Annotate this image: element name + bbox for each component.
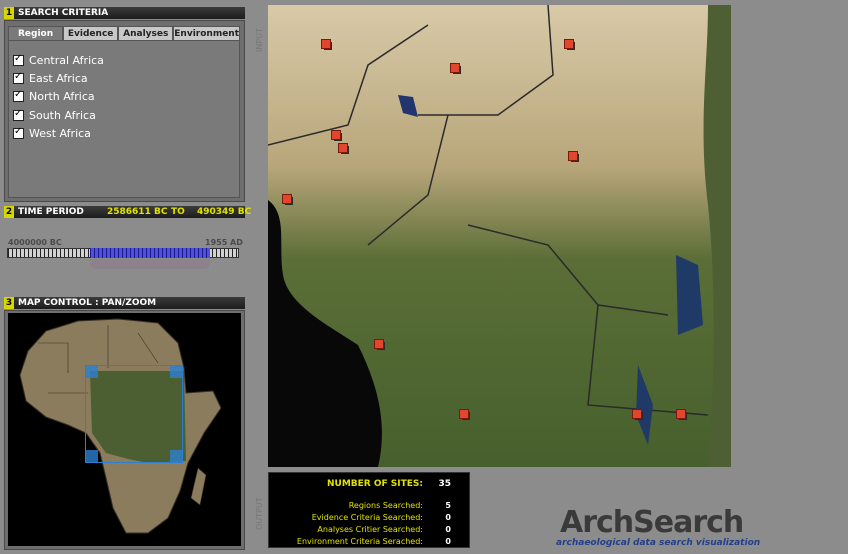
region-central-africa[interactable]: Central Africa bbox=[13, 51, 239, 69]
output-stat-label: Regions Searched: bbox=[348, 501, 423, 510]
map-control-title: MAP CONTROL : PAN/ZOOM bbox=[18, 298, 157, 308]
tab-analyses[interactable]: Analyses bbox=[118, 26, 174, 40]
site-marker[interactable] bbox=[374, 339, 385, 350]
site-marker[interactable] bbox=[450, 63, 461, 74]
resize-handle-top-right[interactable] bbox=[170, 366, 182, 378]
logo-subtitle: archaeological data search visualization bbox=[556, 538, 761, 548]
map-control-header: 3 MAP CONTROL : PAN/ZOOM bbox=[4, 297, 245, 309]
site-marker[interactable] bbox=[321, 39, 332, 50]
criteria-tabs: Region Evidence Analyses Environment bbox=[8, 26, 241, 40]
resize-handle-bottom-right[interactable] bbox=[170, 450, 182, 462]
region-list: Central Africa East Africa North Africa … bbox=[8, 40, 240, 198]
map-terrain bbox=[268, 5, 731, 467]
output-stat-value: 0 bbox=[445, 537, 451, 546]
input-side-label: INPUT bbox=[255, 28, 264, 52]
main-map[interactable] bbox=[268, 5, 731, 467]
site-marker[interactable] bbox=[568, 151, 579, 162]
region-north-africa[interactable]: North Africa bbox=[13, 88, 239, 106]
time-slider-handle[interactable] bbox=[90, 259, 210, 269]
time-from-value: 2586611 BC bbox=[107, 207, 168, 217]
region-label: North Africa bbox=[29, 90, 95, 104]
site-marker[interactable] bbox=[282, 194, 293, 205]
region-label: East Africa bbox=[29, 72, 88, 86]
site-marker[interactable] bbox=[459, 409, 470, 420]
output-stat-label: Environment Criteria Serached: bbox=[296, 537, 423, 546]
zoom-viewport[interactable] bbox=[85, 365, 183, 463]
archsearch-logo: ArchSearch bbox=[560, 505, 744, 540]
region-label: Central Africa bbox=[29, 53, 104, 67]
region-south-africa[interactable]: South Africa bbox=[13, 106, 239, 124]
number-of-sites-value: 35 bbox=[438, 479, 451, 489]
output-stat-value: 0 bbox=[445, 525, 451, 534]
output-stat-value: 5 bbox=[445, 501, 451, 510]
region-label: West Africa bbox=[29, 127, 91, 141]
search-criteria-title: SEARCH CRITERIA bbox=[18, 8, 109, 18]
output-stat-label: Analyses Critier Searched: bbox=[317, 525, 423, 534]
tab-evidence[interactable]: Evidence bbox=[63, 26, 119, 40]
slider-min-label: 4000000 BC bbox=[8, 238, 62, 247]
time-to-label: TO bbox=[171, 207, 185, 217]
output-stat-value: 0 bbox=[445, 513, 451, 522]
site-marker[interactable] bbox=[632, 409, 643, 420]
checkbox-central-africa[interactable] bbox=[13, 53, 24, 66]
site-marker[interactable] bbox=[564, 39, 575, 50]
section-number: 2 bbox=[4, 206, 14, 218]
overview-map[interactable] bbox=[8, 313, 241, 546]
region-west-africa[interactable]: West Africa bbox=[13, 125, 239, 143]
region-label: South Africa bbox=[29, 108, 96, 122]
region-east-africa[interactable]: East Africa bbox=[13, 69, 239, 87]
site-marker[interactable] bbox=[331, 130, 342, 141]
tab-region[interactable]: Region bbox=[8, 26, 64, 40]
checkbox-west-africa[interactable] bbox=[13, 126, 24, 140]
checkbox-east-africa[interactable] bbox=[13, 71, 24, 85]
site-marker[interactable] bbox=[676, 409, 687, 420]
time-to-value: 490349 BC bbox=[197, 207, 252, 217]
output-panel: NUMBER OF SITES: 35 Regions Searched: 5 … bbox=[268, 472, 470, 548]
section-number: 3 bbox=[4, 297, 14, 309]
number-of-sites-label: NUMBER OF SITES: bbox=[327, 479, 423, 489]
site-marker[interactable] bbox=[338, 143, 349, 154]
checkbox-north-africa[interactable] bbox=[13, 89, 24, 103]
output-side-label: OUTPUT bbox=[255, 497, 264, 530]
resize-handle-bottom-left[interactable] bbox=[86, 450, 98, 462]
search-criteria-header: 1 SEARCH CRITERIA bbox=[4, 7, 245, 19]
tab-environment[interactable]: Environment bbox=[173, 26, 241, 40]
resize-handle-top-left[interactable] bbox=[86, 366, 98, 378]
slider-max-label: 1955 AD bbox=[205, 238, 243, 247]
time-slider-range[interactable] bbox=[90, 248, 210, 258]
output-stat-label: Evidence Criteria Searched: bbox=[311, 513, 423, 522]
section-number: 1 bbox=[4, 7, 14, 19]
time-period-title: TIME PERIOD bbox=[18, 207, 84, 217]
checkbox-south-africa[interactable] bbox=[13, 108, 24, 121]
